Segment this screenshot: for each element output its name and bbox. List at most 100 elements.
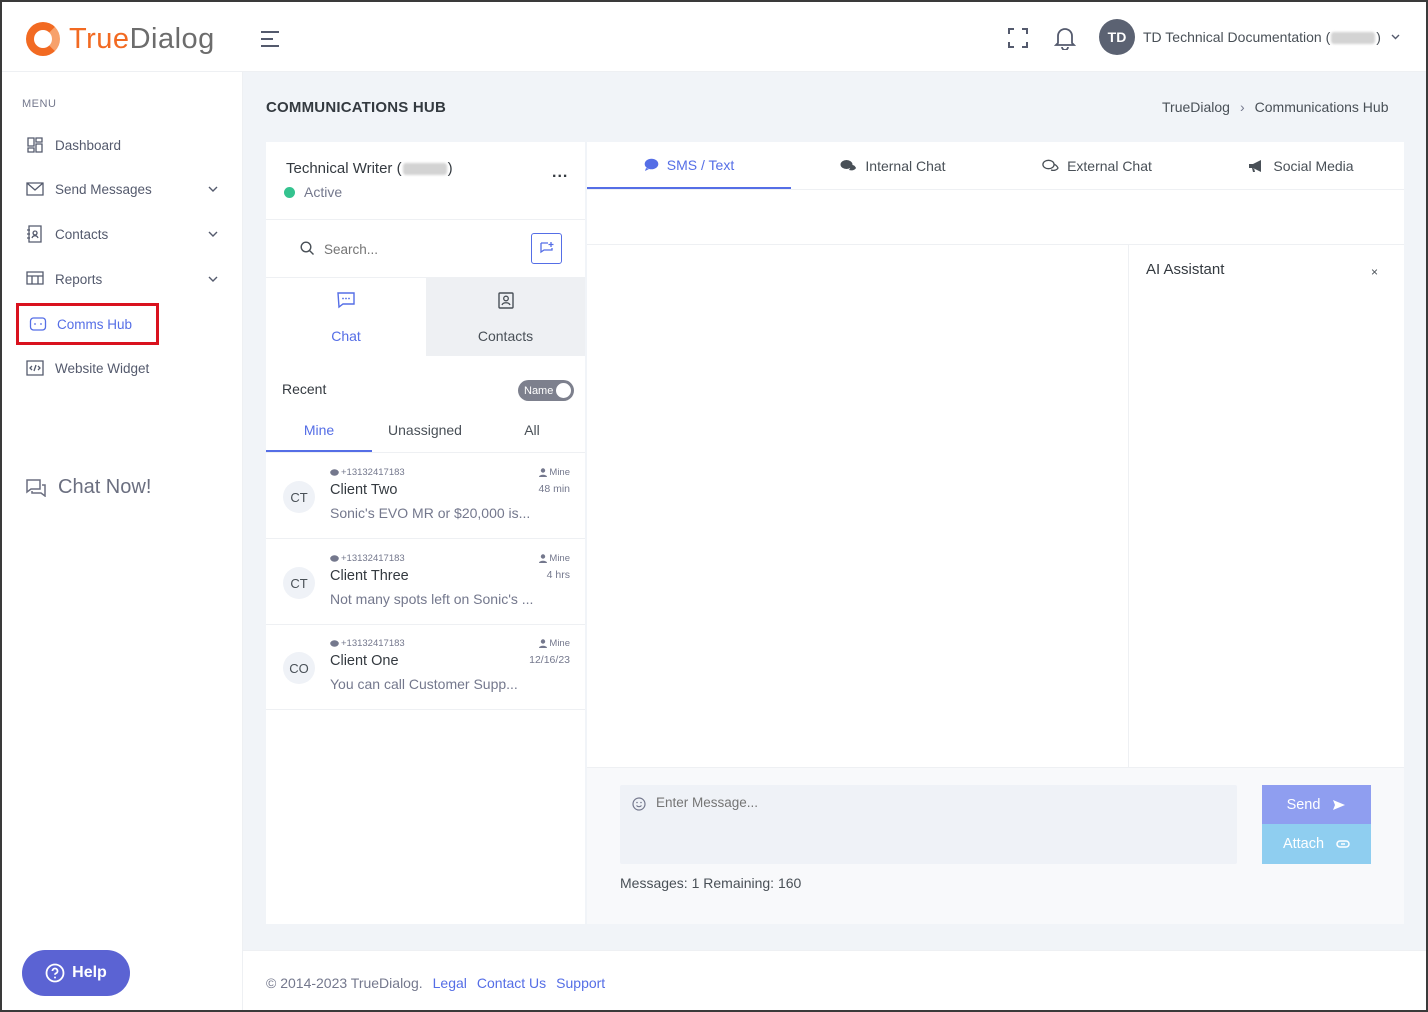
contact-name: Client Two [330, 482, 398, 498]
tab-external-chat[interactable]: External Chat [995, 142, 1199, 189]
envelope-icon [26, 182, 44, 196]
search-bar [266, 220, 585, 278]
help-label: Help [72, 964, 107, 981]
conversation-list-panel: Technical Writer () Active ... Chat Cont… [266, 142, 585, 924]
contact-us-link[interactable]: Contact Us [477, 975, 546, 991]
agent-status[interactable]: Active [284, 184, 342, 200]
internal-chat-icon [840, 159, 857, 170]
contact-avatar: CT [283, 567, 315, 599]
logo-icon [26, 22, 60, 56]
attach-label: Attach [1282, 836, 1325, 852]
sms-icon [330, 554, 339, 562]
top-bar: True Dialog TD TD Technical Documentation… [2, 2, 1426, 72]
message-preview: You can call Customer Supp... [330, 676, 518, 692]
chat-now-label: Chat Now! [58, 476, 152, 498]
tab-label: External Chat [1067, 157, 1152, 174]
tab-social-media[interactable]: Social Media [1199, 142, 1403, 189]
tab-label: SMS / Text [666, 156, 735, 173]
user-icon [539, 468, 548, 477]
truedialog-logo[interactable]: True Dialog [26, 22, 215, 56]
address-book-icon [27, 225, 42, 243]
sidebar-item-comms-hub[interactable]: Comms Hub [16, 303, 159, 345]
ai-assistant-title: AI Assistant [1146, 261, 1225, 278]
page-title: COMMUNICATIONS HUB [266, 99, 446, 116]
sidebar-item-label: Dashboard [55, 137, 122, 153]
subtab-mine[interactable]: Mine [266, 422, 372, 452]
contact-avatar: CO [283, 652, 315, 684]
sidebar-item-label: Website Widget [55, 360, 150, 376]
chat-now-button[interactable]: Chat Now! [26, 476, 151, 499]
owner-label: Mine [539, 467, 570, 478]
message-preview: Sonic's EVO MR or $20,000 is... [330, 505, 531, 521]
conversation-header [587, 190, 1404, 245]
sms-icon [330, 639, 339, 647]
message-time: 12/16/23 [529, 654, 570, 666]
compose-area: Send Attach Messages: 1 Remaining: 160 [587, 767, 1404, 924]
breadcrumb-home-link[interactable]: TrueDialog [1162, 99, 1230, 115]
contact-avatar: CT [283, 481, 315, 513]
sidebar-item-label: Send Messages [55, 181, 152, 197]
send-label: Send [1286, 796, 1321, 813]
link-icon [1336, 840, 1350, 848]
tab-sms-text[interactable]: SMS / Text [587, 142, 791, 189]
sidebar-item-reports[interactable]: Reports [26, 270, 218, 288]
user-menu[interactable]: TD TD Technical Documentation () [1099, 19, 1400, 55]
message-time: 4 hrs [546, 569, 570, 581]
help-button[interactable]: Help [22, 950, 130, 996]
conversation-item[interactable]: CT +13132417183 Client Two Sonic's EVO M… [266, 453, 585, 539]
legal-link[interactable]: Legal [433, 975, 467, 991]
support-link[interactable]: Support [556, 975, 605, 991]
sidebar-item-send-messages[interactable]: Send Messages [26, 180, 218, 198]
new-chat-button[interactable] [531, 233, 562, 264]
close-icon[interactable]: × [1371, 265, 1378, 279]
tab-chat[interactable]: Chat [266, 278, 426, 356]
user-icon [539, 639, 548, 648]
sidebar-item-website-widget[interactable]: Website Widget [26, 359, 218, 377]
chevron-down-icon [208, 276, 218, 282]
sidebar-item-dashboard[interactable]: Dashboard [26, 136, 218, 154]
contact-name: Client Three [330, 568, 409, 584]
attach-button[interactable]: Attach [1262, 824, 1371, 864]
logo-text-dialog: Dialog [129, 22, 215, 55]
more-options-icon[interactable]: ... [552, 164, 568, 182]
tab-internal-chat[interactable]: Internal Chat [791, 142, 995, 189]
subtab-all[interactable]: All [479, 422, 585, 452]
sms-icon [330, 468, 339, 476]
conversation-item[interactable]: CT +13132417183 Client Three Not many sp… [266, 539, 585, 625]
contact-phone: +13132417183 [330, 638, 405, 649]
dashboard-icon [27, 137, 43, 153]
question-icon [45, 963, 65, 983]
name-toggle[interactable]: Name [518, 380, 574, 401]
chat-icon [337, 292, 355, 309]
sidebar-item-label: Reports [55, 271, 103, 287]
conversation-item[interactable]: CO +13132417183 Client One You can call … [266, 624, 585, 710]
fullscreen-icon[interactable] [1008, 28, 1028, 48]
code-widget-icon [26, 360, 44, 376]
message-input[interactable] [656, 795, 1226, 855]
message-time: 48 min [538, 483, 570, 495]
chevron-down-icon [208, 231, 218, 237]
send-button[interactable]: Send [1262, 785, 1371, 824]
message-thread [587, 245, 1128, 767]
footer-content: © 2014-2023 TrueDialog. Legal Contact Us… [266, 975, 605, 991]
user-icon [539, 554, 548, 563]
logo-text-true: True [69, 22, 130, 55]
chat-bubble-icon [26, 478, 46, 497]
message-count: Messages: 1 Remaining: 160 [620, 875, 802, 891]
breadcrumb-current: Communications Hub [1254, 99, 1389, 115]
contact-name: Client One [330, 653, 399, 669]
sidebar-item-label: Comms Hub [57, 316, 133, 332]
tab-contacts[interactable]: Contacts [426, 278, 585, 356]
contact-phone: +13132417183 [330, 467, 405, 478]
notification-bell-icon[interactable] [1054, 26, 1076, 50]
sidebar-item-contacts[interactable]: Contacts [26, 225, 218, 243]
search-input[interactable] [324, 238, 514, 260]
chevron-down-icon [1391, 34, 1400, 40]
owner-label: Mine [539, 638, 570, 649]
emoji-icon[interactable] [632, 797, 646, 811]
search-icon [300, 241, 314, 255]
subtab-unassigned[interactable]: Unassigned [372, 422, 478, 452]
redacted-text [402, 163, 447, 176]
status-dot [284, 186, 295, 198]
hamburger-menu-icon[interactable] [260, 30, 280, 48]
